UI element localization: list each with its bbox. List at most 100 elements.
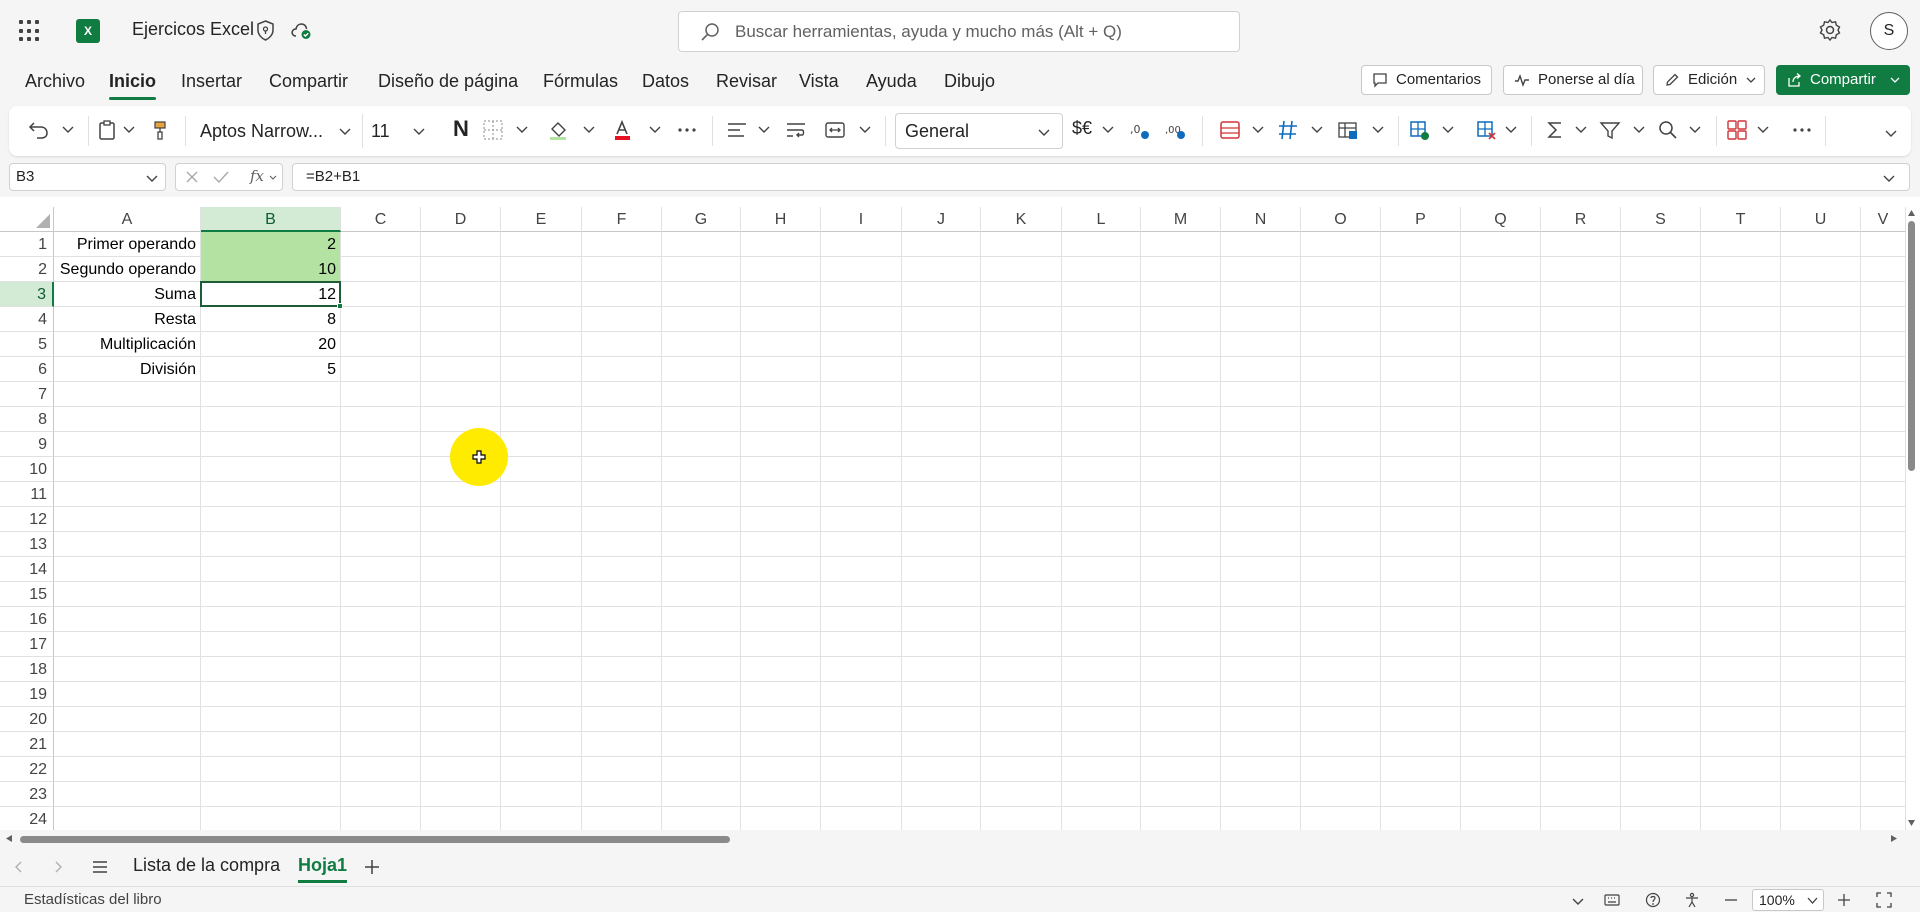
comments-button[interactable]: Comentarios — [1361, 65, 1492, 95]
format-as-table-icon[interactable] — [1277, 119, 1299, 141]
row-header-18[interactable]: 18 — [0, 657, 54, 682]
cell-a2[interactable]: Segundo operando — [54, 257, 200, 282]
column-header-s[interactable]: S — [1621, 207, 1701, 232]
delete-cells-icon[interactable] — [1475, 119, 1497, 141]
row-header-4[interactable]: 4 — [0, 307, 54, 332]
sort-filter-icon[interactable] — [1599, 119, 1621, 141]
status-chevron-icon[interactable] — [1572, 896, 1584, 906]
horizontal-scrollbar[interactable] — [0, 830, 1920, 848]
merge-center-icon[interactable] — [824, 119, 846, 141]
app-launcher-icon[interactable] — [19, 20, 41, 42]
row-header-19[interactable]: 19 — [0, 682, 54, 707]
conditional-format-chevron-icon[interactable] — [1252, 124, 1264, 134]
column-header-b[interactable]: B — [201, 207, 341, 232]
column-header-v[interactable]: V — [1861, 207, 1906, 232]
fill-color-icon[interactable] — [548, 119, 570, 141]
zoom-out-icon[interactable] — [1723, 892, 1739, 908]
enter-check-icon[interactable] — [213, 170, 229, 184]
number-format-select[interactable]: General — [895, 113, 1063, 149]
row-header-3[interactable]: 3 — [0, 282, 54, 307]
autosum-icon[interactable] — [1544, 119, 1566, 141]
cell-a4[interactable]: Resta — [54, 307, 200, 332]
column-header-d[interactable]: D — [421, 207, 501, 232]
row-header-7[interactable]: 7 — [0, 382, 54, 407]
more-font-options-icon[interactable] — [676, 119, 698, 141]
row-header-17[interactable]: 17 — [0, 632, 54, 657]
scroll-down-icon[interactable] — [1907, 819, 1916, 827]
row-header-21[interactable]: 21 — [0, 732, 54, 757]
name-box[interactable]: B3 — [9, 163, 166, 191]
search-box[interactable]: Buscar herramientas, ayuda y mucho más (… — [678, 11, 1240, 52]
column-header-m[interactable]: M — [1141, 207, 1221, 232]
column-header-k[interactable]: K — [981, 207, 1062, 232]
row-header-13[interactable]: 13 — [0, 532, 54, 557]
expand-ribbon-icon[interactable] — [1885, 128, 1897, 138]
font-color-icon[interactable] — [612, 119, 634, 141]
row-header-20[interactable]: 20 — [0, 707, 54, 732]
cell-b6[interactable]: 5 — [201, 357, 340, 382]
row-header-24[interactable]: 24 — [0, 807, 54, 830]
sheet-tab-lista-compra[interactable]: Lista de la compra — [133, 855, 280, 876]
zoom-select[interactable]: 100% — [1752, 889, 1824, 911]
menu-datos[interactable]: Datos — [642, 71, 689, 92]
formula-input[interactable]: =B2+B1 — [292, 163, 1910, 191]
menu-diseno-pagina[interactable]: Diseño de página — [378, 71, 518, 92]
scroll-left-icon[interactable] — [5, 834, 13, 843]
add-sheet-icon[interactable] — [364, 859, 380, 875]
accessibility-icon[interactable] — [1684, 892, 1700, 908]
find-chevron-icon[interactable] — [1689, 124, 1701, 134]
document-title[interactable]: Ejercicos Excel — [132, 19, 254, 40]
column-header-l[interactable]: L — [1062, 207, 1141, 232]
fullscreen-icon[interactable] — [1876, 892, 1892, 908]
menu-inicio[interactable]: Inicio — [109, 71, 157, 100]
paste-chevron-icon[interactable] — [123, 124, 135, 134]
fill-color-chevron-icon[interactable] — [583, 124, 595, 134]
add-ins-chevron-icon[interactable] — [1757, 124, 1769, 134]
conditional-format-icon[interactable] — [1219, 119, 1241, 141]
keyboard-icon[interactable] — [1604, 892, 1620, 908]
clipboard-icon[interactable] — [96, 119, 118, 141]
all-sheets-menu-icon[interactable] — [92, 860, 108, 874]
add-ins-icon[interactable] — [1726, 119, 1748, 141]
row-header-2[interactable]: 2 — [0, 257, 54, 282]
column-header-o[interactable]: O — [1301, 207, 1381, 232]
editing-mode-button[interactable]: Edición — [1653, 65, 1765, 95]
wrap-text-icon[interactable] — [785, 119, 807, 141]
row-header-16[interactable]: 16 — [0, 607, 54, 632]
column-header-h[interactable]: H — [741, 207, 821, 232]
cell-b2[interactable]: 10 — [201, 257, 340, 282]
cell-a3[interactable]: Suma — [54, 282, 200, 307]
cell-b5[interactable]: 20 — [201, 332, 340, 357]
column-header-n[interactable]: N — [1221, 207, 1301, 232]
cell-a1[interactable]: Primer operando — [54, 232, 200, 257]
column-header-g[interactable]: G — [662, 207, 741, 232]
row-header-15[interactable]: 15 — [0, 582, 54, 607]
row-header-1[interactable]: 1 — [0, 232, 54, 257]
worksheet-grid[interactable]: ABCDEFGHIJKLMNOPQRSTUV 1 2 3 4 5 6 7 8 9 10 11 12 13… — [0, 197, 1920, 830]
menu-compartir[interactable]: Compartir — [269, 71, 348, 92]
prev-sheet-icon[interactable] — [14, 861, 22, 873]
format-painter-icon[interactable] — [149, 119, 171, 141]
autosum-chevron-icon[interactable] — [1575, 124, 1587, 134]
catch-up-button[interactable]: Ponerse al día — [1503, 65, 1643, 95]
decrease-decimal-icon[interactable]: ,0 — [1129, 119, 1151, 141]
cell-styles-icon[interactable] — [1337, 119, 1359, 141]
cell-a5[interactable]: Multiplicación — [54, 332, 200, 357]
align-left-icon[interactable] — [726, 119, 748, 141]
increase-decimal-icon[interactable]: ,00 — [1165, 119, 1187, 141]
workbook-statistics[interactable]: Estadísticas del libro — [24, 891, 162, 908]
row-header-22[interactable]: 22 — [0, 757, 54, 782]
share-button[interactable]: Compartir — [1776, 65, 1910, 95]
user-avatar[interactable]: S — [1870, 12, 1908, 50]
menu-dibujo[interactable]: Dibujo — [944, 71, 995, 92]
zoom-in-icon[interactable] — [1836, 892, 1852, 908]
cell-a6[interactable]: División — [54, 357, 200, 382]
horizontal-scroll-thumb[interactable] — [20, 836, 730, 843]
row-header-10[interactable]: 10 — [0, 457, 54, 482]
undo-icon[interactable] — [28, 119, 50, 141]
column-header-r[interactable]: R — [1541, 207, 1621, 232]
help-icon[interactable] — [1645, 892, 1661, 908]
column-header-e[interactable]: E — [501, 207, 582, 232]
menu-insertar[interactable]: Insertar — [181, 71, 242, 92]
find-icon[interactable] — [1657, 119, 1679, 141]
